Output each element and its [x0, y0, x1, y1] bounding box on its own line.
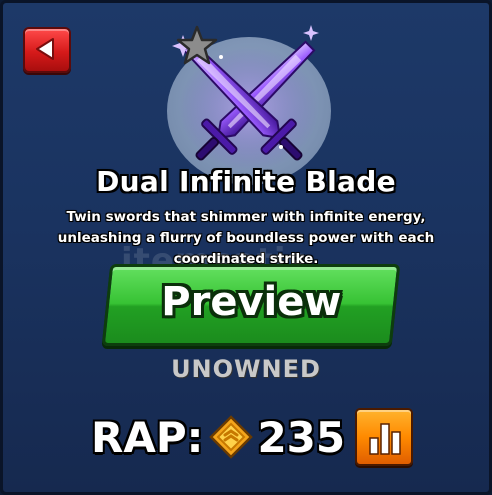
item-name: Dual Infinite Blade	[96, 165, 396, 198]
coin-icon	[209, 415, 254, 459]
back-button[interactable]	[23, 27, 71, 73]
ownership-status: UNOWNED	[171, 355, 321, 383]
back-arrow-icon	[36, 38, 54, 60]
rap-label: RAP:	[91, 412, 204, 462]
stats-button[interactable]	[355, 408, 414, 466]
item-detail-panel: Dual Infinite Blade Twin swords that shi…	[0, 0, 492, 495]
preview-button-label: Preview	[161, 279, 342, 325]
rap-row: RAP: 235	[91, 407, 414, 467]
rarity-star-icon	[176, 25, 218, 65]
bar-chart-icon	[369, 423, 401, 455]
rap-value: 235	[257, 412, 346, 462]
preview-button[interactable]: Preview	[101, 264, 401, 346]
